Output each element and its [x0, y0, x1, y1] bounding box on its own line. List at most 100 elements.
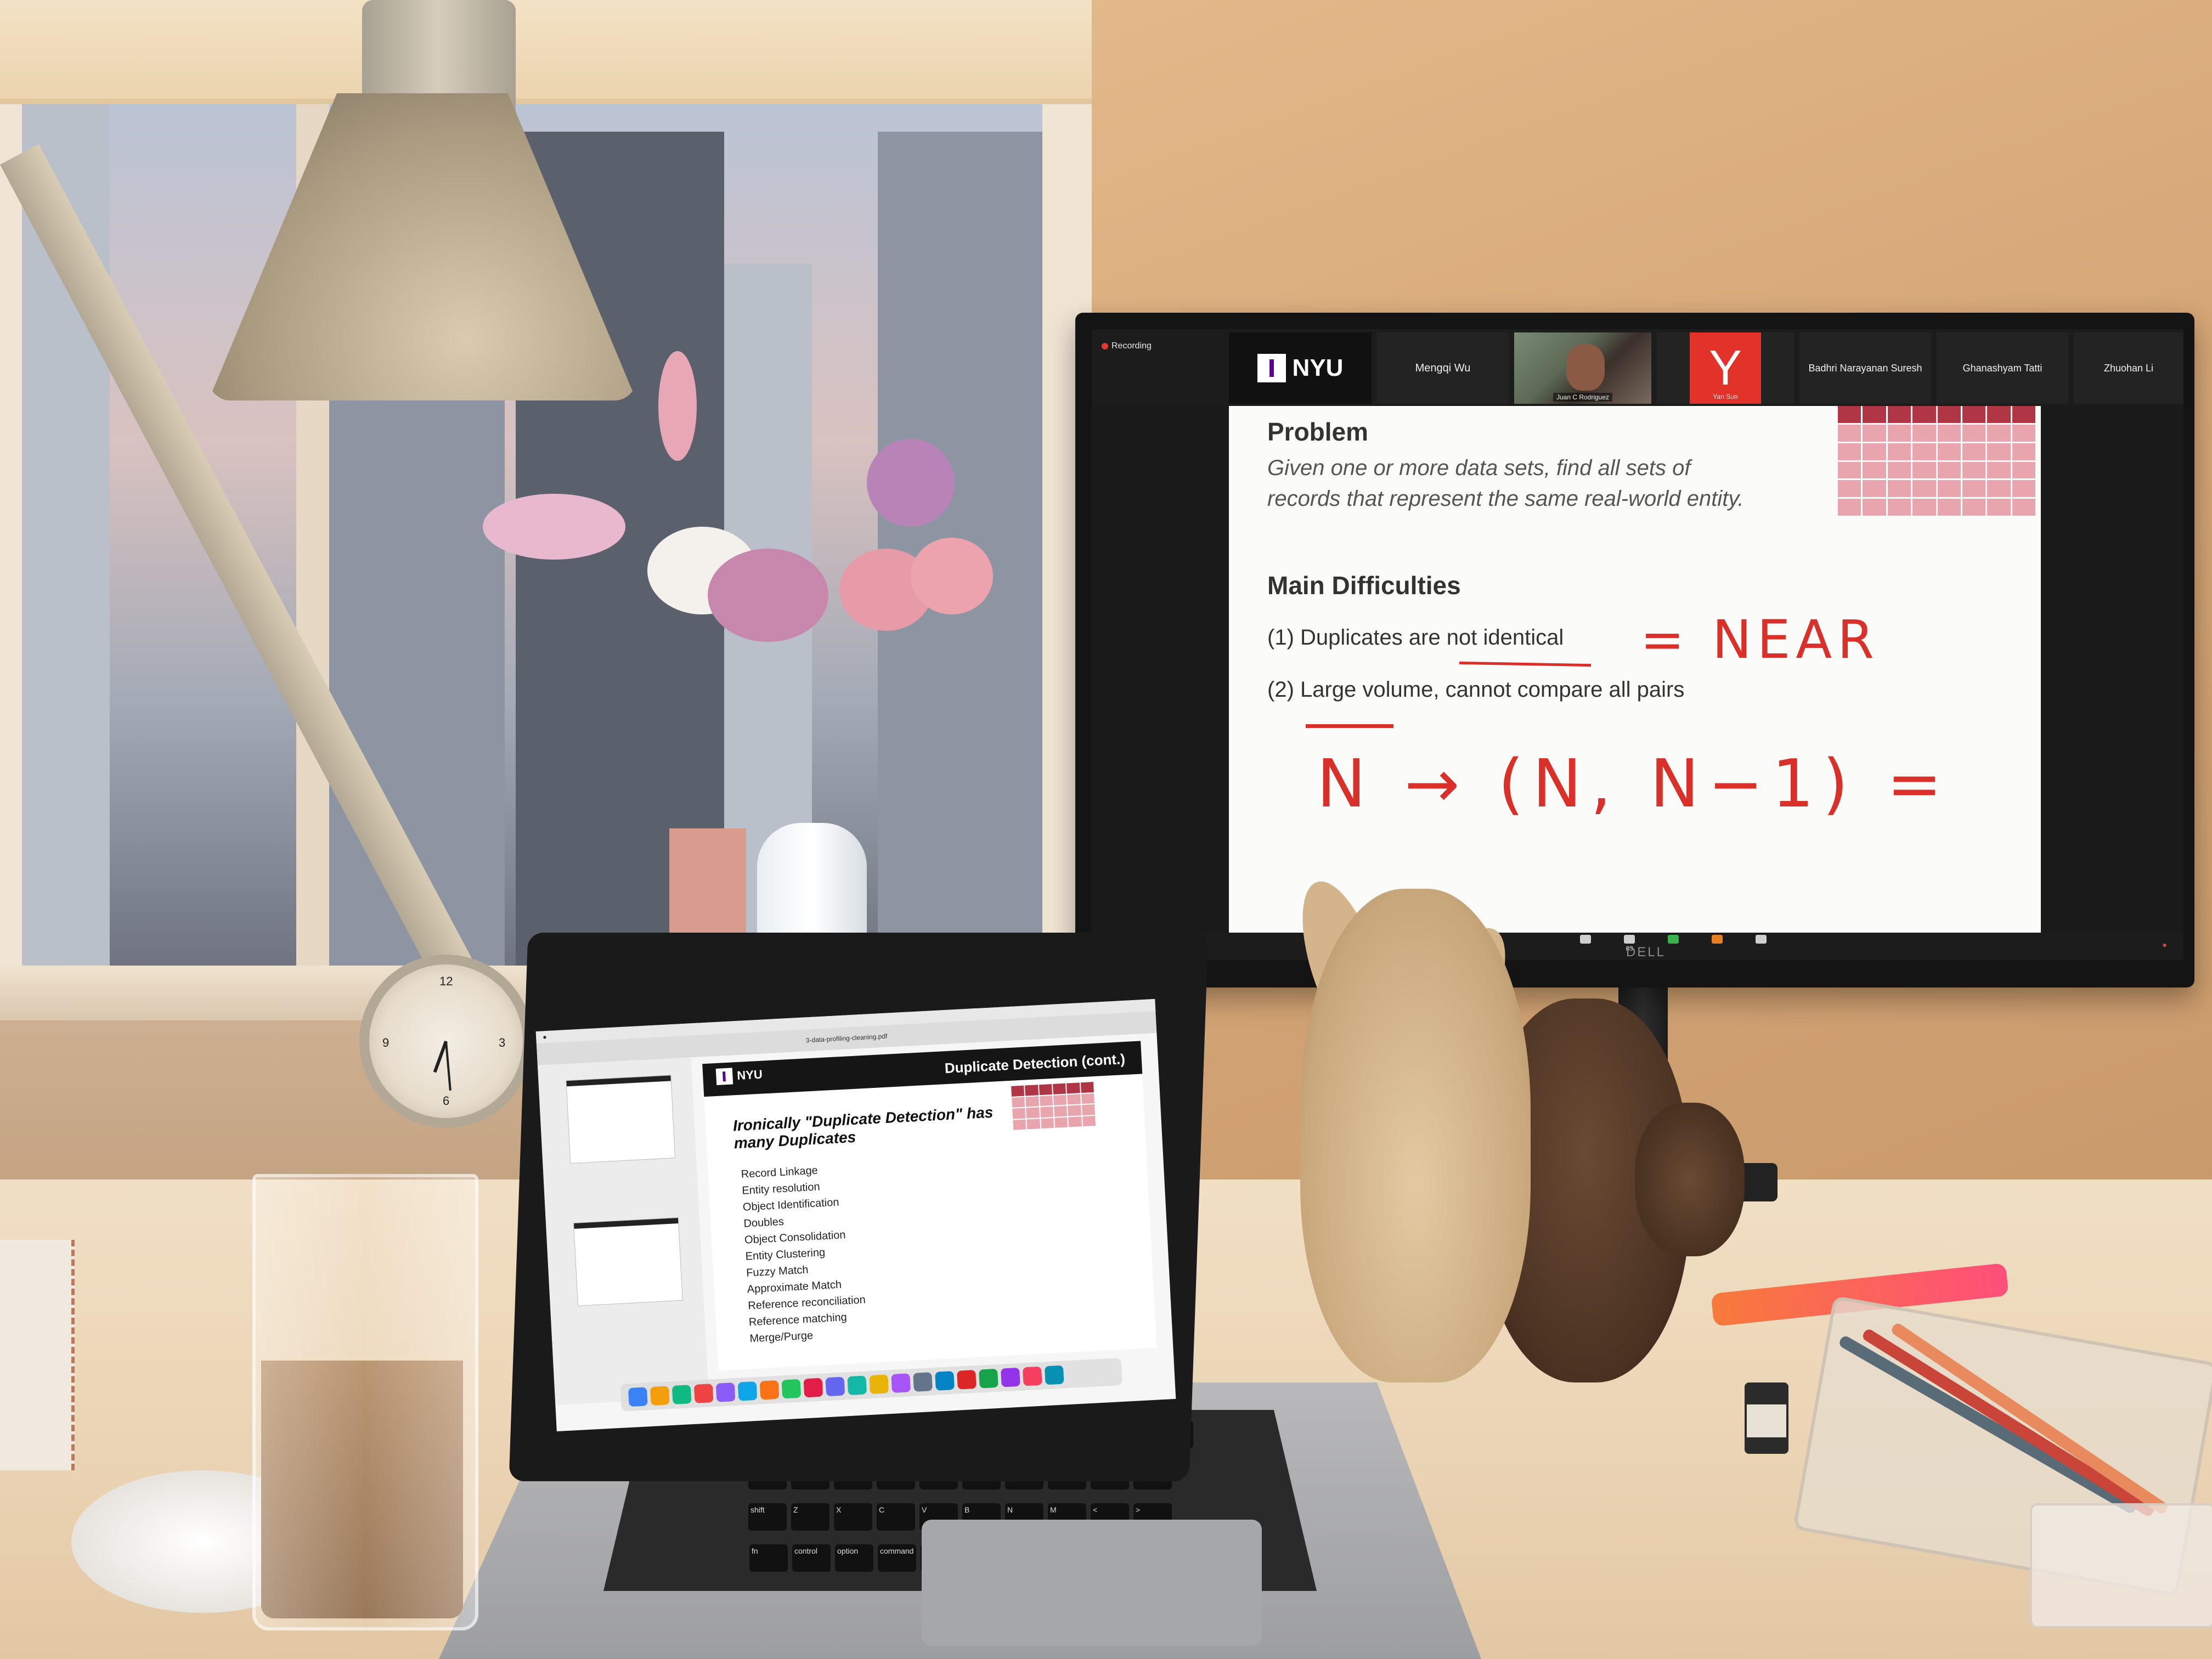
keyboard-key[interactable]: X: [834, 1503, 872, 1531]
handwritten-annotation: N → (N, N−1) =: [1317, 746, 1951, 822]
participant-tile[interactable]: Badhri Narayanan Suresh: [1799, 332, 1931, 404]
matrix-cell: [1012, 1097, 1025, 1108]
dock-app-icon[interactable]: [847, 1375, 867, 1396]
recording-indicator[interactable]: Recording: [1102, 339, 1152, 353]
chat-icon: [1712, 935, 1723, 944]
matrix-cell: [1863, 443, 1886, 460]
dock-app-icon[interactable]: [891, 1373, 911, 1393]
matrix-cell: [1039, 1095, 1053, 1107]
end-meeting-button[interactable]: ●: [2163, 940, 2167, 949]
keyboard-key[interactable]: option: [835, 1544, 873, 1572]
keyboard-key[interactable]: C: [877, 1503, 915, 1531]
clock-numeral: 6: [443, 1094, 450, 1108]
matrix-cell: [1068, 1105, 1081, 1116]
keyboard-key[interactable]: shift: [748, 1503, 787, 1531]
slide-heading: Ironically "Duplicate Detection" has man…: [732, 1103, 994, 1152]
share-screen-button[interactable]: [1651, 935, 1695, 945]
matrix-cell: [1026, 1107, 1040, 1118]
keyboard-key[interactable]: command: [878, 1544, 916, 1572]
matrix-cell: [1912, 424, 1936, 442]
participant-tile-host[interactable]: NYU: [1229, 332, 1372, 404]
participant-tile-video[interactable]: Juan C Rodriguez: [1514, 332, 1651, 404]
matrix-cell: [1025, 1096, 1039, 1107]
matrix-cell: [1025, 1085, 1039, 1096]
share-icon: [1668, 935, 1679, 944]
matrix-cell: [1863, 424, 1886, 442]
keyboard-key[interactable]: fn: [749, 1544, 788, 1572]
matrix-cell: [2012, 443, 2035, 460]
dock-app-icon[interactable]: [1022, 1366, 1042, 1386]
matrix-cell: [1912, 499, 1936, 516]
matrix-cell: [1066, 1082, 1080, 1094]
matrix-cell: [1937, 443, 1961, 460]
plush-bunny: [1300, 889, 1531, 1383]
nyu-torch-icon: [715, 1068, 733, 1085]
shared-slide: Problem Given one or more data sets, fin…: [1229, 406, 2041, 933]
matrix-cell: [1962, 480, 1986, 498]
matrix-cell: [1987, 461, 2011, 479]
laptop-screen: ● 3-data-profiling-cleaning.pdf NYU Dupl…: [535, 998, 1176, 1432]
page-thumbnail[interactable]: [566, 1075, 676, 1164]
dock-app-icon[interactable]: [672, 1385, 692, 1404]
reactions-button[interactable]: [1739, 935, 1783, 945]
matrix-cell: [2012, 480, 2035, 498]
matrix-cell: [1026, 1118, 1040, 1130]
glass-box: [2030, 1503, 2212, 1628]
dock-app-icon[interactable]: [737, 1381, 758, 1401]
participant-name: Badhri Narayanan Suresh: [1808, 362, 1922, 374]
dock-app-icon[interactable]: [781, 1379, 802, 1399]
dock-app-icon[interactable]: [693, 1384, 714, 1403]
dock-app-icon[interactable]: [715, 1383, 736, 1402]
dock-app-icon[interactable]: [1044, 1365, 1064, 1385]
clock-numeral: 12: [439, 974, 453, 988]
keyboard-key[interactable]: control: [792, 1544, 831, 1572]
participant-strip: Recording NYU Mengqi Wu Juan C Rodriguez…: [1092, 329, 2183, 406]
apple-icon[interactable]: ●: [543, 1033, 547, 1041]
slide-heading: Problem: [1267, 417, 1369, 446]
dock-app-icon[interactable]: [1000, 1367, 1020, 1387]
matrix-cell: [1838, 406, 1861, 423]
participant-tile[interactable]: Ghanashyam Tatti: [1937, 332, 2068, 404]
nyu-logo: NYU: [715, 1066, 763, 1085]
dock-app-icon[interactable]: [759, 1380, 780, 1400]
clock-minute-hand: [445, 1041, 452, 1091]
participant-tile[interactable]: Y Yan Sun: [1657, 332, 1794, 404]
matrix-cell: [1912, 443, 1936, 460]
flower: [708, 549, 828, 642]
dock-app-icon[interactable]: [979, 1368, 998, 1389]
matrix-cell: [1962, 406, 1986, 423]
slide-title: Duplicate Detection (cont.): [944, 1050, 1126, 1077]
plush-bear: [1635, 1103, 1745, 1256]
dock-app-icon[interactable]: [935, 1371, 955, 1391]
dock-app-icon[interactable]: [650, 1386, 670, 1406]
recording-label: Recording: [1111, 341, 1152, 351]
dock-app-icon[interactable]: [869, 1374, 889, 1395]
thumbnail-header: [566, 1075, 671, 1087]
matrix-cell: [1962, 461, 1986, 479]
participant-tile[interactable]: Zhuohan Li: [2074, 332, 2183, 404]
laptop-trackpad[interactable]: [922, 1520, 1262, 1646]
matrix-cell: [1887, 406, 1911, 423]
pen: [1837, 1334, 2138, 1515]
matrix-cell: [2012, 461, 2035, 479]
nyu-logo-text: NYU: [736, 1067, 763, 1082]
thumbnail-header: [574, 1217, 679, 1229]
dock-app-icon[interactable]: [628, 1387, 648, 1407]
chat-button[interactable]: [1695, 935, 1739, 945]
matrix-cell: [1962, 443, 1986, 460]
clock-numeral: 9: [382, 1036, 390, 1049]
dock-app-icon[interactable]: [913, 1372, 933, 1392]
page-thumbnail[interactable]: [573, 1217, 683, 1306]
dock-app-icon[interactable]: [957, 1369, 977, 1390]
dock-app-icon[interactable]: [825, 1376, 845, 1397]
participant-tile[interactable]: Mengqi Wu: [1377, 332, 1509, 404]
dock-app-icon[interactable]: [803, 1378, 823, 1398]
monitor-brand-logo: DELL: [1626, 945, 1666, 960]
window-blind: [0, 0, 1092, 104]
keyboard-key[interactable]: Z: [791, 1503, 830, 1531]
matrix-cell: [1887, 480, 1911, 498]
flower: [658, 351, 697, 461]
matrix-cell: [2012, 406, 2035, 423]
drinking-glass: [252, 1174, 478, 1630]
security-button[interactable]: [1564, 935, 1607, 945]
